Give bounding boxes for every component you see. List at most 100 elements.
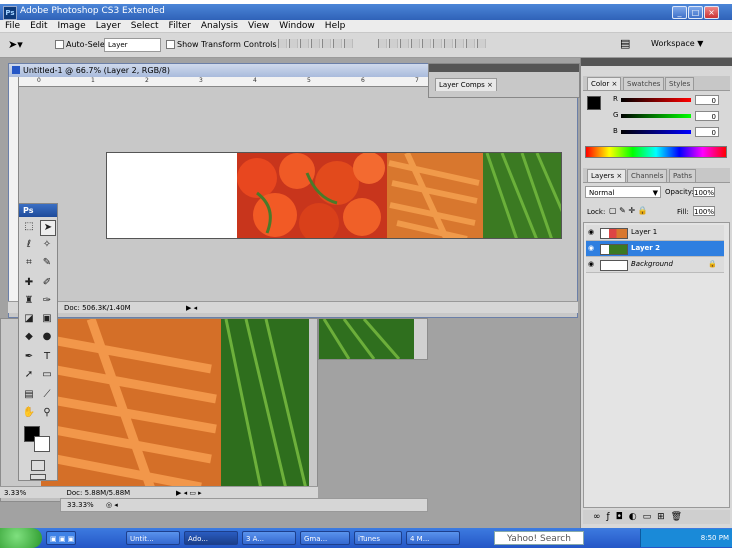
menu-filter[interactable]: Filter [164,20,196,33]
toolbox-header[interactable]: Ps [19,204,57,217]
taskbar-item-untitled[interactable]: Untit... [126,531,180,545]
quick-launch-icons[interactable]: ▣ ▣ ▣ [46,531,76,545]
document-status-bar: Doc: 506.3K/1.40M ▶ ◂ [8,301,578,313]
taskbar-item-gmail[interactable]: Gma... [300,531,350,545]
eye-icon[interactable]: ◉ [588,244,596,252]
tab-color[interactable]: Color × [587,77,622,90]
fill-value[interactable]: 100% [693,206,715,216]
lock-icons[interactable]: ▢ ✎ ✛ 🔒 [609,206,648,215]
menu-image[interactable]: Image [53,20,91,33]
auto-select-dropdown[interactable]: Layer [104,38,161,52]
healing-brush-tool-icon[interactable]: ✚ [22,276,36,290]
taskbar-item-itunes[interactable]: iTunes [354,531,402,545]
quick-mask-icon[interactable] [31,460,45,471]
second-doc-size: Doc: 5.88M/5.88M [66,489,131,497]
tab-swatches[interactable]: Swatches [623,77,665,90]
channel-g-value[interactable]: 0 [695,111,719,121]
notes-tool-icon[interactable]: ▤ [22,388,36,402]
layers-footer-icons[interactable]: ∞ƒ◘◐▭⊞🗑 [583,510,730,524]
channel-r-slider[interactable] [621,98,691,102]
fourth-doc-arrow-icon[interactable]: ◎ ◂ [106,501,118,509]
menu-select[interactable]: Select [126,20,164,33]
eyedropper-tool-icon[interactable]: ⟋ [40,388,54,402]
start-button[interactable] [0,528,42,548]
clone-stamp-tool-icon[interactable]: ♜ [22,294,36,308]
menu-view[interactable]: View [243,20,274,33]
zoom-tool-icon[interactable]: ⚲ [40,406,54,420]
layer-row-layer-1[interactable]: ◉ Layer 1 [586,225,724,241]
lasso-tool-icon[interactable]: ℓ [22,238,36,252]
layer-row-background[interactable]: ◉ Background 🔒 [586,257,724,273]
close-button[interactable]: × [704,6,719,19]
slice-tool-icon[interactable]: ✎ [40,256,54,270]
menu-bar: File Edit Image Layer Select Filter Analysis Vi… [0,20,732,33]
background-color-swatch[interactable] [34,436,50,452]
blur-tool-icon[interactable]: ◆ [22,330,36,344]
tab-styles[interactable]: Styles [665,77,695,90]
crop-tool-icon[interactable]: ⌗ [22,256,36,270]
magic-wand-tool-icon[interactable]: ✧ [40,238,54,252]
color-spectrum-ramp[interactable] [585,146,727,158]
brush-tool-icon[interactable]: ✐ [40,276,54,290]
eye-icon[interactable]: ◉ [588,260,596,268]
hand-tool-icon[interactable]: ✋ [22,406,36,420]
document-icon [12,66,20,74]
maximize-button[interactable]: □ [688,6,703,19]
menu-analysis[interactable]: Analysis [196,20,243,33]
dodge-tool-icon[interactable]: ● [40,330,54,344]
channel-b-slider[interactable] [621,130,691,134]
path-selection-tool-icon[interactable]: ➚ [22,368,36,382]
ruler-tick: 4 [253,77,257,84]
shape-tool-icon[interactable]: ▭ [40,368,54,382]
type-tool-icon[interactable]: T [40,350,54,364]
history-brush-tool-icon[interactable]: ✑ [40,294,54,308]
panel-drag-bar[interactable] [429,64,579,72]
canvas-image [107,153,561,238]
taskbar-item-4m[interactable]: 4 M... [406,531,460,545]
taskbar-item-3a[interactable]: 3 A... [242,531,296,545]
blend-mode-dropdown[interactable]: Normal ▼ [585,186,661,198]
palette-well-icon[interactable]: ▤ [620,37,630,50]
layer-name: Layer 1 [631,228,658,236]
show-transform-checkbox[interactable]: Show Transform Controls [166,40,277,49]
opacity-value[interactable]: 100% [693,187,715,197]
menu-file[interactable]: File [0,20,25,33]
blend-mode-value: Normal [589,189,615,197]
layer-row-layer-2[interactable]: ◉ Layer 2 [586,241,724,257]
tab-channels[interactable]: Channels [627,169,668,182]
channel-r-value[interactable]: 0 [695,95,719,105]
menu-window[interactable]: Window [274,20,320,33]
eye-icon[interactable]: ◉ [588,228,596,236]
channel-g-label: G [613,111,619,119]
menu-layer[interactable]: Layer [91,20,126,33]
channel-g-slider[interactable] [621,114,691,118]
tab-layer-comps[interactable]: Layer Comps × [435,78,497,91]
workspace-button[interactable]: Workspace ▼ [651,39,703,48]
lock-label: Lock: [587,208,606,216]
document-title: Untitled-1 @ 66.7% (Layer 2, RGB/8) [23,66,170,75]
align-buttons-icon[interactable] [278,39,355,50]
taskbar-item-adobe[interactable]: Ado... [184,531,238,545]
ruler-tick: 5 [307,77,311,84]
screen-mode-icon[interactable] [30,474,46,480]
marquee-tool-icon[interactable]: ⬚ [22,220,36,234]
distribute-buttons-icon[interactable] [378,39,488,50]
canvas[interactable] [106,152,562,239]
clock: 8:50 PM [700,534,729,542]
eraser-tool-icon[interactable]: ◪ [22,312,36,326]
dock-drag-bar[interactable] [581,58,732,66]
status-arrow-icon[interactable]: ▶ ◂ [186,302,197,314]
ruler-tick: 2 [145,77,149,84]
pen-tool-icon[interactable]: ✒ [22,350,36,364]
tab-layers[interactable]: Layers × [587,169,627,182]
gradient-tool-icon[interactable]: ▣ [40,312,54,326]
tab-paths[interactable]: Paths [669,169,697,182]
color-foreground-swatch[interactable] [587,96,601,110]
menu-edit[interactable]: Edit [25,20,52,33]
move-tool-icon[interactable]: ➤ [40,220,56,236]
yahoo-search-box[interactable]: Yahoo! Search [494,531,584,545]
move-tool-icon[interactable]: ➤▾ [8,38,23,51]
menu-help[interactable]: Help [320,20,351,33]
channel-b-value[interactable]: 0 [695,127,719,137]
minimize-button[interactable]: _ [672,6,687,19]
